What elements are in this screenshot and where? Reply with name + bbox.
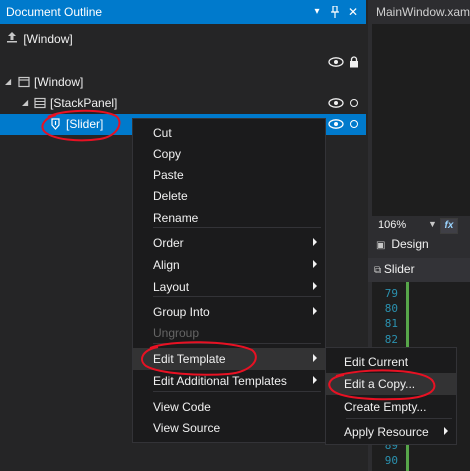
dropdown-icon[interactable]: ▾ [310,4,324,20]
menu-item-label: Copy [153,147,182,161]
menu-item-label: Order [153,236,184,250]
submenu-item-create-empty[interactable]: Create Empty... [326,396,456,418]
submenu-arrow-icon [313,376,317,384]
menu-item-label: Align [153,258,180,272]
submenu-item-edit-current[interactable]: Edit Current [326,351,456,373]
submenu-arrow-icon [313,282,317,290]
menu-item-order[interactable]: Order [133,232,325,254]
scope-up-icon [6,31,20,46]
scope-up-button[interactable]: [Window] [6,31,73,46]
menu-item-label: Edit Template [153,352,226,366]
menu-item-label: Edit Additional Templates [153,374,287,388]
panel-title: Document Outline [6,5,103,19]
document-tab-label: MainWindow.xaml [376,5,470,19]
stackpanel-icon [34,97,46,109]
submenu-item-apply-resource[interactable]: Apply Resource [326,421,456,443]
menu-item-label: Delete [153,189,188,203]
submenu-arrow-icon [313,354,317,362]
menu-item-label: View Source [153,421,221,435]
menu-item-group-into[interactable]: Group Into [133,301,325,323]
menu-item-label: Cut [153,126,172,140]
menu-item-label: Paste [153,168,184,182]
expander-icon[interactable]: ◢ [22,98,28,107]
menu-item-cut[interactable]: Cut [133,122,325,144]
tree-item-label: [Window] [34,75,84,89]
line-number: 82 [384,332,398,346]
line-number: 79 [384,287,398,300]
menu-item-label: Layout [153,280,190,294]
menu-item-edit-template[interactable]: Edit Template [133,348,325,370]
xaml-scope-text: Slider [383,262,415,276]
xaml-scope-label: ⧉ Slider [374,262,415,276]
line-number: 80 [384,302,398,316]
zoom-level[interactable]: 106% [378,219,406,231]
menu-separator [346,418,452,419]
menu-item-label: Group Into [153,305,210,319]
menu-item-align[interactable]: Align [133,254,325,276]
xaml-element-icon: ⧉ [374,265,384,276]
context-menu: Cut Copy Paste Delete Rename Order Align Layout… [132,118,326,443]
menu-item-label: Rename [153,211,199,225]
design-surface[interactable] [372,24,470,216]
tree-item-window[interactable]: ◢ [Window] [0,72,366,92]
menu-item-view-code[interactable]: View Code [133,396,325,418]
submenu-arrow-icon [313,307,317,315]
window-icon [18,76,30,88]
submenu-arrow-icon [313,260,317,268]
close-icon[interactable]: ✕ [346,4,360,20]
visibility-eye-icon[interactable] [328,119,344,129]
document-tab[interactable]: MainWindow.xaml [368,0,470,24]
slider-icon [50,118,62,130]
menu-item-layout[interactable]: Layout [133,276,325,298]
expander-icon[interactable]: ◢ [5,77,11,86]
menu-item-label: Apply Resource [344,425,429,439]
panel-header: Document Outline ▾ ✕ [0,0,366,24]
line-number: 81 [384,317,398,331]
tree-item-label: [StackPanel] [50,96,118,110]
lock-toggle-icon[interactable] [350,120,358,128]
menu-item-edit-additional-templates[interactable]: Edit Additional Templates [133,370,325,392]
menu-item-label: Edit Current [344,355,409,369]
submenu-arrow-icon [444,427,448,435]
scope-up-label: [Window] [23,32,73,46]
zoom-bar: 106% ▼ fx [368,216,470,236]
lock-icon[interactable] [349,56,359,68]
line-number: 90 [384,454,398,468]
tree-item-label: [Slider] [66,117,104,131]
visibility-eye-icon[interactable] [328,98,344,108]
chevron-down-icon[interactable]: ▼ [428,219,437,229]
menu-item-copy[interactable]: Copy [133,143,325,165]
tree-item-stackpanel[interactable]: ◢ [StackPanel] [0,93,366,113]
design-tab[interactable]: ▣ Design [376,237,429,251]
menu-item-label: Create Empty... [344,400,427,414]
visibility-eye-icon[interactable] [328,57,344,67]
fx-button[interactable]: fx [440,218,458,234]
menu-item-label: View Code [153,400,211,414]
menu-item-delete[interactable]: Delete [133,185,325,207]
submenu-arrow-icon [313,238,317,246]
menu-item-rename[interactable]: Rename [133,207,325,229]
xaml-scope-bar[interactable]: ⧉ Slider [368,258,470,282]
pin-icon[interactable] [328,4,342,20]
menu-item-ungroup: Ungroup [133,322,325,344]
menu-item-label: Ungroup [153,326,200,340]
design-tab-label: Design [391,237,429,251]
menu-item-view-source[interactable]: View Source [133,417,325,439]
design-view-icon: ▣ [376,240,386,251]
menu-item-label: Edit a Copy... [344,377,416,391]
lock-toggle-icon[interactable] [350,99,358,107]
menu-item-paste[interactable]: Paste [133,164,325,186]
edit-template-submenu: Edit Current Edit a Copy... Create Empty..… [325,347,457,445]
submenu-item-edit-a-copy[interactable]: Edit a Copy... [326,373,456,395]
